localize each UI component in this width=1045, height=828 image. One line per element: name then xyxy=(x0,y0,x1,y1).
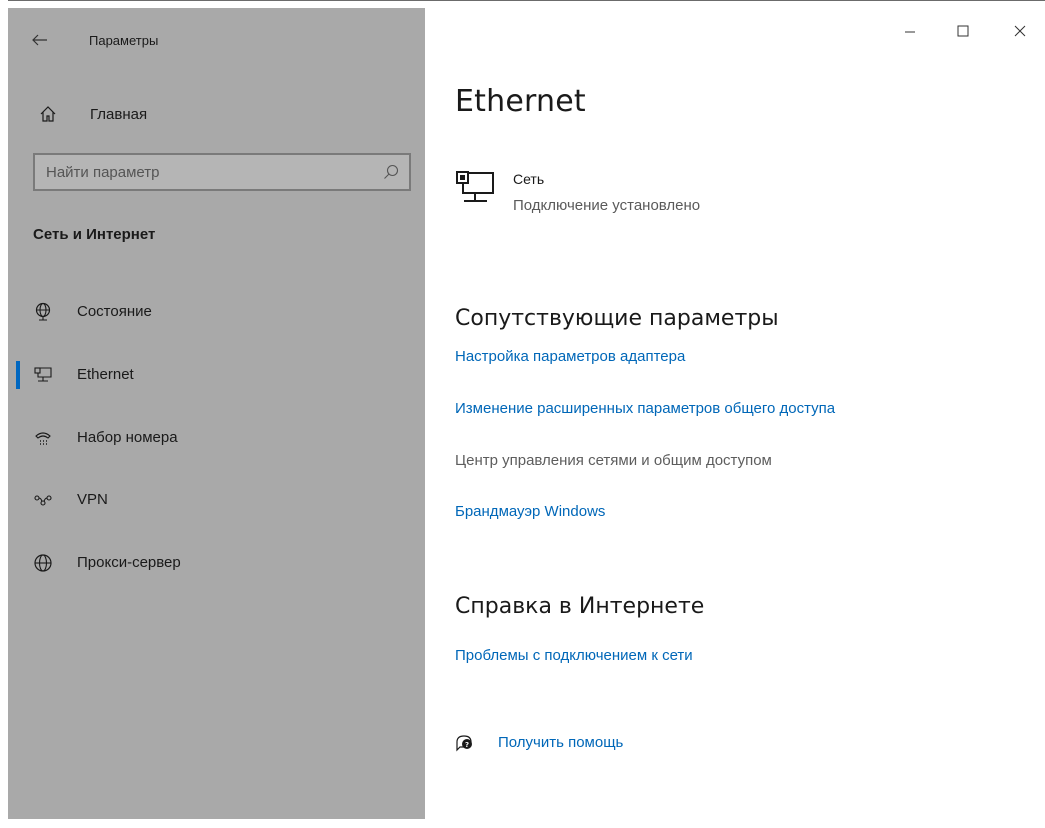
sidebar-item-dialup[interactable]: Набор номера xyxy=(16,416,425,460)
sidebar-item-label: Состояние xyxy=(77,303,152,320)
advanced-sharing-link[interactable]: Изменение расширенных параметров общего … xyxy=(455,400,835,417)
back-button[interactable] xyxy=(28,28,52,52)
app-title: Параметры xyxy=(89,33,159,48)
sidebar-item-home[interactable]: Главная xyxy=(28,98,408,130)
window-frame-left xyxy=(0,0,8,828)
sidebar-item-label: Набор номера xyxy=(77,429,178,446)
get-help-link[interactable]: Получить помощь xyxy=(498,734,623,751)
network-status: Подключение установлено xyxy=(513,197,701,214)
ethernet-icon xyxy=(34,367,52,382)
search-icon[interactable] xyxy=(382,163,400,181)
maximize-button[interactable] xyxy=(948,16,978,46)
dialup-icon xyxy=(35,432,51,445)
globe-icon xyxy=(34,554,52,572)
minimize-button[interactable] xyxy=(895,16,925,46)
page-title: Ethernet xyxy=(455,84,586,119)
maximize-icon xyxy=(957,25,969,37)
sidebar-item-label: Ethernet xyxy=(77,366,134,383)
network-computer-icon xyxy=(456,171,494,202)
sidebar-item-proxy[interactable]: Прокси-сервер xyxy=(16,541,425,585)
selection-indicator xyxy=(16,361,20,389)
search-placeholder: Найти параметр xyxy=(46,164,160,181)
network-name: Сеть xyxy=(513,171,545,187)
sidebar-item-vpn[interactable]: VPN xyxy=(16,478,425,522)
sidebar-item-ethernet[interactable]: Ethernet xyxy=(16,353,425,397)
svg-text:?: ? xyxy=(465,741,469,749)
globe-status-icon xyxy=(35,302,51,321)
sidebar-item-label: Главная xyxy=(90,106,148,123)
close-icon xyxy=(1014,25,1026,37)
vpn-icon xyxy=(34,495,52,506)
sidebar-item-status[interactable]: Состояние xyxy=(16,290,425,334)
window-frame-top xyxy=(0,0,1045,8)
connection-problems-link[interactable]: Проблемы с подключением к сети xyxy=(455,647,693,664)
search-input[interactable]: Найти параметр xyxy=(33,153,411,191)
settings-window: Параметры Главная Найти параметр Сеть и … xyxy=(0,0,1045,828)
network-center-link[interactable]: Центр управления сетями и общим доступом xyxy=(455,452,772,469)
minimize-icon xyxy=(905,31,915,33)
help-chat-icon: ? xyxy=(456,735,472,752)
window-frame-bottom xyxy=(0,819,1045,828)
online-help-heading: Справка в Интернете xyxy=(455,594,705,619)
adapter-settings-link[interactable]: Настройка параметров адаптера xyxy=(455,348,685,365)
sidebar-section-title: Сеть и Интернет xyxy=(33,226,156,243)
sidebar-item-label: VPN xyxy=(77,491,108,508)
related-settings-heading: Сопутствующие параметры xyxy=(455,306,779,331)
sidebar-item-label: Прокси-сервер xyxy=(77,554,181,571)
windows-firewall-link[interactable]: Брандмауэр Windows xyxy=(455,503,605,520)
back-arrow-icon xyxy=(32,34,47,46)
close-button[interactable] xyxy=(1005,16,1035,46)
sidebar: Параметры Главная Найти параметр Сеть и … xyxy=(8,8,425,819)
home-icon xyxy=(40,106,56,122)
